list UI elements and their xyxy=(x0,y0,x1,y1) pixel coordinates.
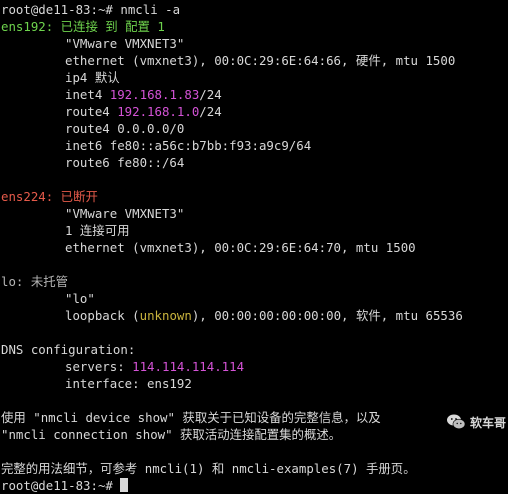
lo-hw-prefix: loopback ( xyxy=(65,308,140,323)
dns-servers-label: servers: xyxy=(65,359,133,374)
ens192-route4-1: route4 192.168.1.0/24 xyxy=(1,103,508,120)
inet4-address: 192.168.1.83 xyxy=(109,87,200,102)
command-line: root@de11-83:~# nmcli -a xyxy=(1,1,508,18)
command-text: nmcli -a xyxy=(120,2,181,17)
watermark-text: 软车哥 xyxy=(469,415,506,430)
lo-header: lo: 未托管 xyxy=(1,274,69,289)
help-line-1: 使用 "nmcli device show" 获取关于已知设备的完整信息，以及 xyxy=(1,410,381,425)
help-line-3: 完整的用法细节，可参考 nmcli(1) 和 nmcli-examples(7)… xyxy=(1,461,416,476)
wechat-icon xyxy=(446,414,466,430)
final-prompt-line[interactable]: root@de11-83:~# xyxy=(1,477,508,494)
lo-hw: loopback (unknown), 00:00:00:00:00:00, 软… xyxy=(1,307,508,324)
terminal-window[interactable]: root@de11-83:~# nmcli -a ens192: 已连接 到 配… xyxy=(0,0,508,493)
lo-unknown: unknown xyxy=(139,308,192,323)
dns-header: DNS configuration: xyxy=(1,342,136,357)
inet4-label: inet4 xyxy=(65,87,110,102)
final-prompt: root@de11-83:~# xyxy=(1,478,121,493)
lo-hw-suffix: ), 00:00:00:00:00:00, 软件, mtu 65536 xyxy=(191,308,463,323)
route4-prefix: /24 xyxy=(199,104,222,119)
inet4-prefix: /24 xyxy=(199,87,222,102)
ens224-header: ens224: 已断开 xyxy=(1,189,98,204)
dns-interface: interface: ens192 xyxy=(65,376,192,391)
ens224-hw: ethernet (vmxnet3), 00:0C:29:6E:64:70, m… xyxy=(65,240,416,255)
ens192-name: "VMware VMXNET3" xyxy=(65,36,185,51)
prompt: root@de11-83:~# xyxy=(1,2,121,17)
help-line-2: "nmcli connection show" 获取活动连接配置集的概述。 xyxy=(1,427,342,442)
ens224-name: "VMware VMXNET3" xyxy=(65,206,185,221)
ens192-route4-2: route4 0.0.0.0/0 xyxy=(65,121,185,136)
route4-network: 192.168.1.0 xyxy=(117,104,200,119)
ens192-inet4: inet4 192.168.1.83/24 xyxy=(1,86,508,103)
dns-servers: servers: 114.114.114.114 xyxy=(1,358,508,375)
ens192-hw: ethernet (vmxnet3), 00:0C:29:6E:64:66, 硬… xyxy=(65,53,456,68)
route4-label: route4 xyxy=(65,104,118,119)
lo-name: "lo" xyxy=(65,291,95,306)
watermark: 软车哥 xyxy=(446,412,506,432)
ens192-route6: route6 fe80::/64 xyxy=(65,155,185,170)
ens192-header: ens192: 已连接 到 配置 1 xyxy=(1,19,165,34)
ens192-ip4-default: ip4 默认 xyxy=(65,70,120,85)
text-cursor xyxy=(120,478,129,492)
dns-server-address: 114.114.114.114 xyxy=(132,359,245,374)
ens224-available: 1 连接可用 xyxy=(65,223,130,238)
ens192-inet6: inet6 fe80::a56c:b7bb:f93:a9c9/64 xyxy=(65,138,312,153)
